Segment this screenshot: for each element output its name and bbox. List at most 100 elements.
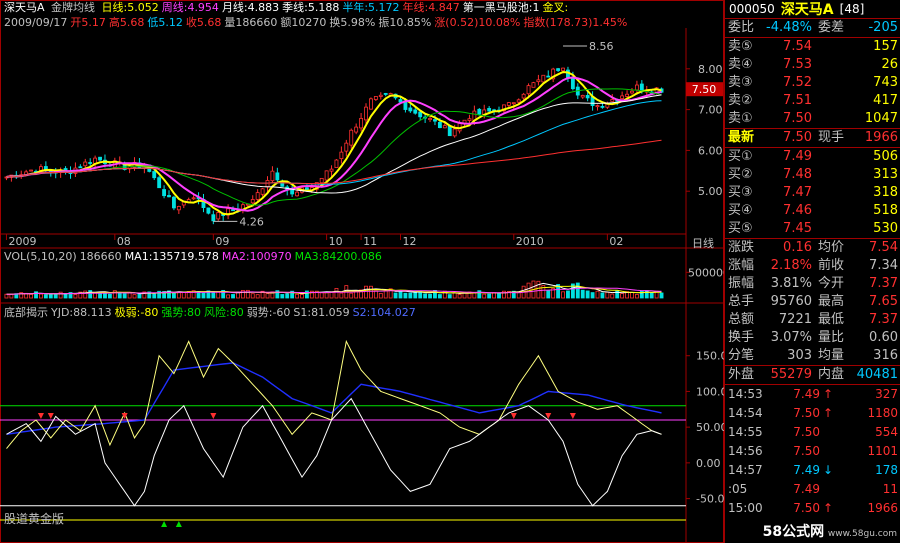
volume-bar — [457, 293, 462, 299]
volume-bar — [487, 293, 492, 299]
vol-label-2: MA1:135719.578 — [124, 250, 219, 263]
candle-body — [467, 118, 472, 121]
volume-bar — [482, 293, 487, 299]
volume-bar — [339, 292, 344, 299]
s2-line — [6, 362, 662, 435]
candle-body — [344, 142, 349, 152]
volume-bar — [255, 294, 260, 299]
trade-ticks[interactable]: 14:53 7.49 ↑ 327 14:54 7.50 ↑ 1180 14:55 7.50 554 1… — [725, 385, 900, 518]
volume-bar — [428, 293, 432, 299]
ma-label-7: 金叉: — [542, 1, 569, 14]
volume-bar — [575, 282, 580, 299]
volume-bar — [595, 290, 600, 299]
candle-body — [270, 170, 275, 182]
sell-arrow-6 — [569, 413, 576, 419]
vol-label-3: MA2:100970 — [221, 250, 292, 263]
volume-bar — [472, 292, 477, 299]
volume-bar — [369, 285, 373, 299]
annotation-label-0: 8.56 — [589, 40, 614, 53]
indicator-header: 底部揭示 YJD:88.113 极弱:-80 强势:80 风险:80 弱势:-60 S1:8… — [4, 306, 419, 320]
sell-level-0[interactable]: 卖⑤ 7.54 157 — [725, 38, 900, 56]
price-tick-label-0: 5.00 — [698, 185, 723, 198]
buy-level-0[interactable]: 买① 7.49 506 — [725, 148, 900, 166]
candle-body — [339, 151, 344, 160]
volume-bar — [127, 292, 132, 299]
volume-bar — [373, 290, 378, 299]
price-tick-label-2: 7.00 — [698, 104, 723, 117]
sell-level-1[interactable]: 卖④ 7.53 26 — [725, 56, 900, 74]
volume-bar — [285, 293, 290, 299]
stats-table: 涨跌 0.16 均价 7.54 涨幅 2.18% 前收 7.34 振幅 3.81% 今开 7.37 总手… — [725, 239, 900, 365]
volume-bar — [497, 292, 501, 299]
x-label-4: 11 — [363, 235, 377, 248]
ma-label-2: 月线:4.883 — [221, 1, 280, 14]
candle-body — [546, 75, 551, 78]
candle-body — [452, 128, 457, 137]
candle-body — [265, 180, 270, 188]
sell-book: 卖⑤ 7.54 157 卖④ 7.53 26 卖③ 7.52 743 卖② 7.51 417 卖① 7.5… — [725, 38, 900, 128]
sell-level-2[interactable]: 卖③ 7.52 743 — [725, 74, 900, 92]
candle-body — [167, 195, 171, 198]
sell-level-4[interactable]: 卖① 7.50 1047 — [725, 110, 900, 128]
ind-label-2: 极弱:-80 — [114, 306, 159, 319]
candle-body — [383, 93, 388, 95]
chart-frame — [0, 0, 724, 543]
volume-bar — [447, 294, 452, 299]
buy-level-3[interactable]: 买④ 7.46 518 — [725, 202, 900, 220]
chart-area[interactable]: 5.00 6.00 7.00 8.00 8.56 4.26 7.50 2009 08 09 10 11… — [0, 0, 724, 543]
ind-tick-label-4: -50.00 — [696, 493, 724, 506]
stock-title: 深天马A — [780, 2, 834, 18]
stat-row-2: 振幅 3.81% 今开 7.37 — [728, 276, 898, 291]
volume-bar — [53, 294, 58, 299]
candle-body — [556, 68, 561, 71]
volume-bar — [630, 292, 634, 299]
ma-label-3: 季线:5.188 — [282, 1, 340, 14]
info-label-9: 涨(0.52)10.08% — [434, 16, 521, 29]
candle-body — [260, 188, 265, 195]
s1-line — [6, 397, 662, 507]
ma-line-4 — [6, 100, 662, 185]
trade-tick-5: :05 7.49 11 — [728, 482, 898, 496]
candle-body — [506, 102, 511, 106]
candle-body — [255, 192, 260, 200]
latest-row: 最新 7.50 现手 1966 — [728, 130, 898, 145]
stat-row-6: 分笔 303 均量 316 — [728, 348, 898, 363]
x-label-5: 12 — [402, 235, 416, 248]
ma-line-2 — [6, 88, 662, 206]
volume-bar — [152, 293, 157, 299]
candle-body — [231, 209, 235, 212]
ma-label-4: 半年:5.172 — [342, 1, 400, 14]
candle-body — [162, 189, 167, 197]
indicator-name: 金牌均线 — [51, 1, 96, 14]
volume-bar — [393, 292, 398, 299]
stat-row-5: 换手 3.07% 量比 0.60 — [728, 330, 898, 345]
candle-body — [595, 105, 600, 108]
candle-body — [176, 206, 181, 211]
buy-level-1[interactable]: 买② 7.48 313 — [725, 166, 900, 184]
quote-title: 000050 深天马A [48] — [725, 0, 900, 19]
buy-level-4[interactable]: 买⑤ 7.45 530 — [725, 220, 900, 238]
volume-bar — [9, 293, 14, 299]
volume-bar — [408, 292, 413, 299]
candle-body — [526, 85, 531, 95]
volume-bar — [649, 292, 654, 299]
candle-body — [570, 76, 575, 90]
ind-tick-label-2: 50.00 — [696, 421, 724, 434]
buy-level-2[interactable]: 买③ 7.47 318 — [725, 184, 900, 202]
candle-body — [369, 98, 373, 110]
sell-level-3[interactable]: 卖② 7.51 417 — [725, 92, 900, 110]
volume-bar — [585, 290, 590, 299]
volume-bar — [319, 292, 324, 299]
ind-label-0: 底部揭示 — [4, 306, 48, 319]
stat-row-4: 总额 7221 最低 7.37 — [728, 312, 898, 327]
candle-body — [408, 107, 413, 112]
weibi-row: 委比 -4.48% 委差 -205 — [728, 20, 898, 35]
volume-bar — [93, 292, 98, 299]
vol-label-1: 186660 — [79, 250, 122, 263]
info-label-2: 高5.68 — [108, 16, 145, 29]
volume-bar — [364, 285, 368, 299]
candle-body — [29, 169, 34, 172]
candle-body — [295, 191, 299, 197]
stock-code: 000050 — [729, 2, 775, 16]
volume-bar — [566, 290, 570, 299]
